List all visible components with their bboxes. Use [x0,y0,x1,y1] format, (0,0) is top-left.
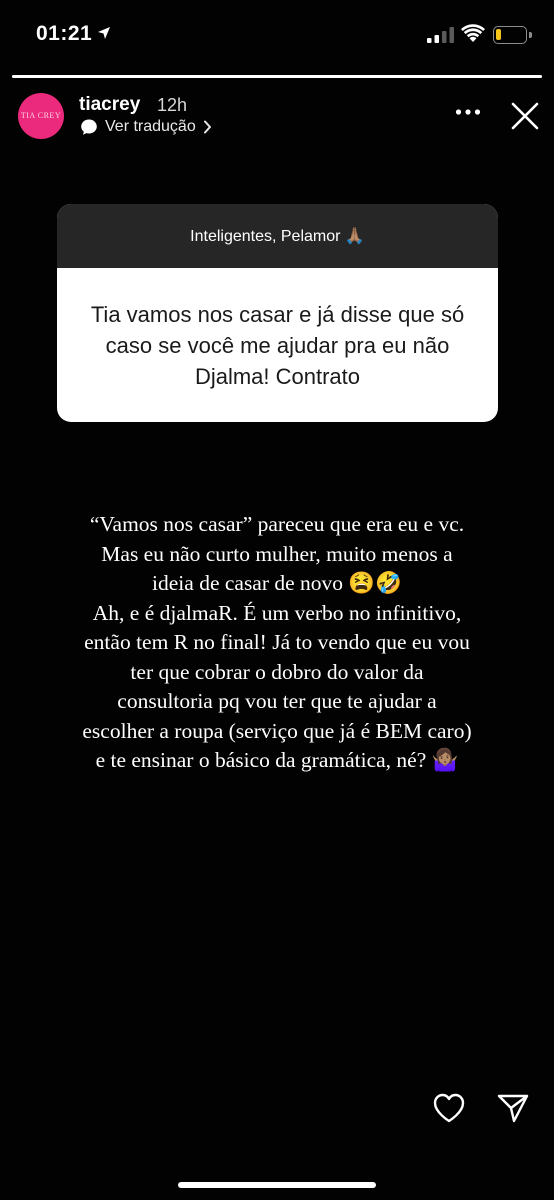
answer-line: “Vamos nos casar” pareceu que era eu e v… [89,512,465,536]
status-time: 01:21 [36,22,93,45]
wifi-icon [461,24,485,42]
question-prompt-text: Inteligentes, Pelamor 🙏🏽 [190,228,365,245]
post-time: 12h [157,95,188,115]
question-prompt: Inteligentes, Pelamor 🙏🏽 [57,204,498,268]
translate-label: Ver tradução [105,118,196,135]
more-options-icon[interactable] [455,108,481,116]
answer-line: então tem R no final! Já to vendo que eu… [84,630,470,654]
story-progress-fill [12,75,542,78]
answer-line: ideia de casar de novo 😫🤣 [152,571,402,595]
heart-icon[interactable] [432,1092,466,1124]
cellular-signal-icon [427,27,454,43]
username[interactable]: tiacrey [79,94,140,116]
answer-text: “Vamos nos casar” pareceu que era eu e v… [0,510,554,776]
battery-tip [529,32,532,38]
translate-button[interactable]: Ver tradução [80,118,212,136]
battery-icon [493,26,527,44]
avatar[interactable]: TIA CREY [18,93,64,139]
answer-line: e te ensinar o básico da gramática, né? … [95,748,459,772]
home-indicator[interactable] [178,1182,376,1188]
story-screen: 01:21 TIA CREY tiacrey 12h Ver tradução … [0,0,554,1200]
question-body: Tia vamos nos casar e já disse que só ca… [57,268,498,422]
answer-line: escolher a roupa (serviço que já é BEM c… [82,718,472,743]
question-sticker: Inteligentes, Pelamor 🙏🏽 Tia vamos nos c… [57,204,498,422]
answer-line: consultoria pq vou ter que te ajudar a [117,689,437,713]
question-text: Tia vamos nos casar e já disse que só ca… [90,301,465,389]
location-arrow-icon [98,27,110,39]
speech-bubble-icon [81,119,97,135]
avatar-logo-text: TIA CREY [20,111,62,120]
send-icon[interactable] [496,1092,530,1124]
status-bar: 01:21 [0,0,554,70]
answer-line: ter que cobrar o dobro do valor da [130,659,424,684]
answer-line: Mas eu não curto mulher, muito menos a [101,541,453,566]
close-icon[interactable] [510,101,540,131]
story-progress-bar [12,75,542,78]
chevron-right-icon [203,120,211,134]
answer-line: Ah, e é djalmaR. É um verbo no infinitiv… [92,600,462,625]
battery-level [496,29,501,40]
